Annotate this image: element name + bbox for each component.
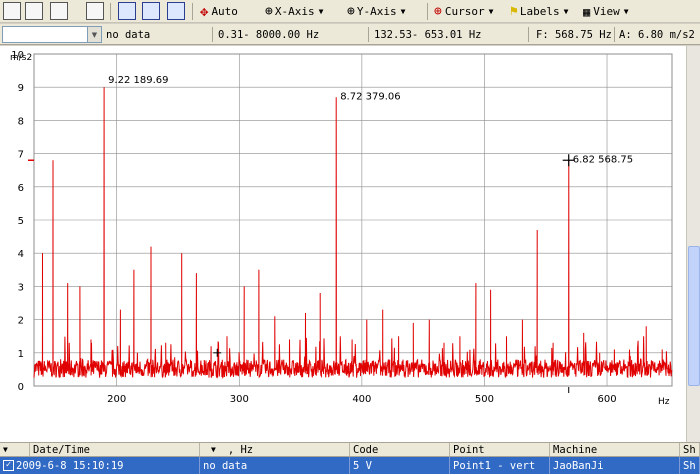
toolbar: ✥ Auto ⊕ X-Axis ▼ ⊕ Y-Axis ▼ ⊕ Cursor ▼ … bbox=[0, 0, 700, 23]
column-header-datetime[interactable]: Date/Time bbox=[30, 443, 200, 456]
status-divider bbox=[368, 27, 369, 42]
zoom-icon: ⊕ bbox=[347, 4, 355, 19]
frequency-status: F: 568.75 Hz bbox=[536, 28, 612, 41]
y-axis-label: m/s2 bbox=[10, 53, 32, 63]
cursor-button[interactable]: ⊕ Cursor ▼ bbox=[434, 2, 493, 21]
checkbox-icon[interactable]: ✓ bbox=[3, 460, 14, 471]
auto-button[interactable]: ✥ Auto bbox=[200, 2, 238, 21]
status-divider bbox=[528, 27, 529, 42]
waveform-icon[interactable] bbox=[3, 2, 21, 20]
dropdown-arrow-icon[interactable]: ▼ bbox=[401, 7, 406, 16]
zoom-icon: ⊕ bbox=[265, 4, 273, 19]
cell-hz: no data bbox=[200, 457, 350, 474]
y-tick-label: 6 bbox=[18, 183, 24, 194]
sd-icon[interactable] bbox=[118, 2, 136, 20]
cell-machine: JaoBanJi bbox=[550, 457, 680, 474]
spectrum-chart-svg[interactable]: 012345678910200 300 400 500 600m/s2Hz 9.22 1… bbox=[0, 46, 686, 442]
y-tick-label: 1 bbox=[18, 349, 24, 360]
x-tick-label: 300 bbox=[230, 394, 249, 405]
y-tick-label: 2 bbox=[18, 316, 24, 327]
dropdown-arrow-icon[interactable]: ▼ bbox=[319, 7, 324, 16]
x-axis-label: X-Axis bbox=[274, 5, 315, 18]
y-tick-label: 8 bbox=[18, 116, 24, 127]
band-status: 132.53- 653.01 Hz bbox=[374, 28, 482, 41]
a-icon[interactable] bbox=[167, 2, 185, 20]
x-tick-label: 400 bbox=[352, 394, 371, 405]
dropdown-arrow-icon[interactable]: ▼ bbox=[489, 7, 494, 16]
column-header-code[interactable]: Code bbox=[350, 443, 450, 456]
x-axis-button[interactable]: ⊕ X-Axis ▼ bbox=[265, 2, 323, 21]
grid-layer bbox=[33, 53, 673, 387]
peak-label: 6.82 568.75 bbox=[573, 155, 633, 166]
peak-label: 8.72 379.06 bbox=[340, 91, 400, 102]
dropdown-arrow-icon[interactable]: ▼ bbox=[624, 7, 629, 16]
auto-label: Auto bbox=[211, 5, 238, 18]
x-tick-label: 600 bbox=[597, 394, 616, 405]
column-header-point[interactable]: Point bbox=[450, 443, 550, 456]
status-divider bbox=[614, 27, 615, 42]
crosshair-icon: ⊕ bbox=[434, 4, 442, 19]
cell-datetime-value: 2009-6-8 15:10:19 bbox=[16, 459, 124, 472]
channel-combo[interactable]: ▼ bbox=[2, 26, 102, 43]
view-label: View bbox=[593, 5, 620, 18]
column-header-machine[interactable]: Machine bbox=[550, 443, 680, 456]
cell-point: Point1 - vert bbox=[450, 457, 550, 474]
table-header: ▼ Date/Time ▼ , Hz Code Point Machine Sh bbox=[0, 442, 700, 457]
peak-label: 9.22 189.69 bbox=[108, 75, 168, 86]
flag-icon: ⚑ bbox=[510, 4, 518, 19]
cursor-label: Cursor bbox=[444, 5, 485, 18]
table-icon: ▦ bbox=[583, 4, 591, 19]
labels-label: Labels bbox=[519, 5, 560, 18]
bar-chart-icon[interactable] bbox=[25, 2, 43, 20]
column-header-hz-label: , Hz bbox=[227, 443, 254, 456]
status-bar: ▼ no data 0.31- 8000.00 Hz 132.53- 653.0… bbox=[0, 24, 700, 45]
labels-button[interactable]: ⚑ Labels ▼ bbox=[510, 2, 568, 21]
va-icon[interactable] bbox=[142, 2, 160, 20]
chevron-down-icon[interactable]: ▼ bbox=[211, 445, 216, 454]
toolbar-separator bbox=[192, 3, 193, 20]
y-tick-label: 4 bbox=[18, 249, 24, 260]
y-axis-label: Y-Axis bbox=[356, 5, 397, 18]
spectrum-chart[interactable]: 0 1 2 3 4 5 6 7 8 9 10 200 300 400 500 600 m/s2 Hz 9.22 1… bbox=[0, 46, 686, 442]
cell-code: 5 V bbox=[350, 457, 450, 474]
toolbar-separator bbox=[427, 3, 428, 20]
x-axis-label: Hz bbox=[658, 397, 670, 407]
y-tick-label: 3 bbox=[18, 282, 24, 293]
y-tick-label: 9 bbox=[18, 83, 24, 94]
table-row[interactable]: ✓ 2009-6-8 15:10:19 no data 5 V Point1 -… bbox=[0, 457, 700, 474]
cell-sh: Sh bbox=[680, 457, 700, 474]
column-header-hz[interactable]: ▼ , Hz bbox=[200, 443, 350, 456]
annotation-layer: 9.22 189.69 8.72 379.06 6.82 568.75 bbox=[28, 75, 633, 393]
series-layer bbox=[33, 87, 673, 379]
y-tick-label: 0 bbox=[18, 382, 24, 393]
column-header-sh[interactable]: Sh bbox=[680, 443, 700, 456]
toolbar-separator bbox=[110, 3, 111, 20]
amplitude-status: A: 6.80 m/s2 bbox=[619, 28, 695, 41]
y-tick-label: 5 bbox=[18, 216, 24, 227]
move-icon: ✥ bbox=[200, 3, 209, 20]
channel-status: no data bbox=[106, 28, 151, 41]
dropdown-arrow-icon[interactable]: ▼ bbox=[564, 7, 569, 16]
y-axis-button[interactable]: ⊕ Y-Axis ▼ bbox=[347, 2, 405, 21]
chevron-down-icon[interactable]: ▼ bbox=[3, 445, 8, 454]
cell-datetime[interactable]: ✓ 2009-6-8 15:10:19 bbox=[0, 457, 200, 474]
status-divider bbox=[212, 27, 213, 42]
vertical-scrollbar[interactable] bbox=[686, 46, 700, 442]
x-tick-label: 200 bbox=[107, 394, 126, 405]
x-tick-label: 500 bbox=[475, 394, 494, 405]
expand-column-header[interactable]: ▼ bbox=[0, 443, 30, 456]
view-button[interactable]: ▦ View ▼ bbox=[583, 2, 629, 21]
chevron-down-icon[interactable]: ▼ bbox=[87, 27, 101, 42]
spectrum-series-line bbox=[33, 87, 673, 379]
y-tick-label: 7 bbox=[18, 150, 24, 161]
scrollbar-thumb[interactable] bbox=[688, 246, 700, 386]
spectrum-icon[interactable] bbox=[86, 2, 104, 20]
range-status: 0.31- 8000.00 Hz bbox=[218, 28, 320, 41]
grid-chart-icon[interactable] bbox=[50, 2, 68, 20]
